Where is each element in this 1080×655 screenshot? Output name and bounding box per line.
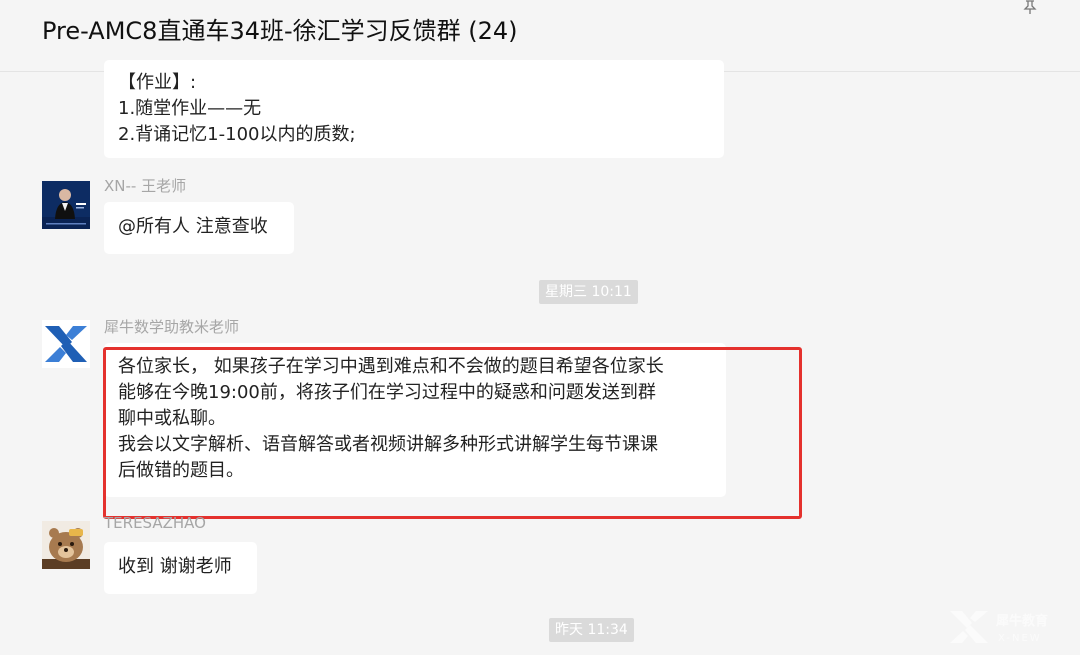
sender-name-wang: XN-- 王老师: [104, 177, 187, 195]
homework-line-3: 2.背诵记忆1-100以内的质数;: [118, 124, 356, 145]
chat-title: Pre-AMC8直通车34班-徐汇学习反馈群 (24): [42, 17, 518, 45]
timestamp-2: 昨天 11:34: [549, 618, 634, 642]
brand-watermark-logo: 犀牛教育 X-NEW: [950, 611, 1048, 644]
sender-name-teresa: TERESAZHAO: [104, 514, 206, 532]
message-text-teresa: 收到 谢谢老师: [118, 556, 232, 577]
avatar-teresa[interactable]: [42, 521, 90, 569]
svg-text:犀牛教育: 犀牛教育: [996, 613, 1048, 629]
homework-line-2: 1.随堂作业——无: [118, 98, 262, 119]
message-bubble-homework: 【作业】: 1.随堂作业——无 2.背诵记忆1-100以内的质数;: [104, 60, 724, 158]
svg-text:X-NEW: X-NEW: [998, 633, 1042, 644]
pin-icon[interactable]: [1022, 0, 1038, 14]
red-highlight-annotation: [103, 347, 802, 519]
message-bubble-teresa: 收到 谢谢老师: [104, 542, 257, 594]
message-text-wang: @所有人 注意查收: [118, 216, 268, 237]
sender-name-mi: 犀牛数学助教米老师: [104, 318, 240, 336]
homework-line-1: 【作业】:: [118, 72, 197, 93]
message-bubble-wang: @所有人 注意查收: [104, 202, 294, 254]
avatar-mi[interactable]: [42, 320, 90, 368]
timestamp-1: 星期三 10:11: [539, 280, 638, 304]
avatar-wang[interactable]: [42, 181, 90, 229]
